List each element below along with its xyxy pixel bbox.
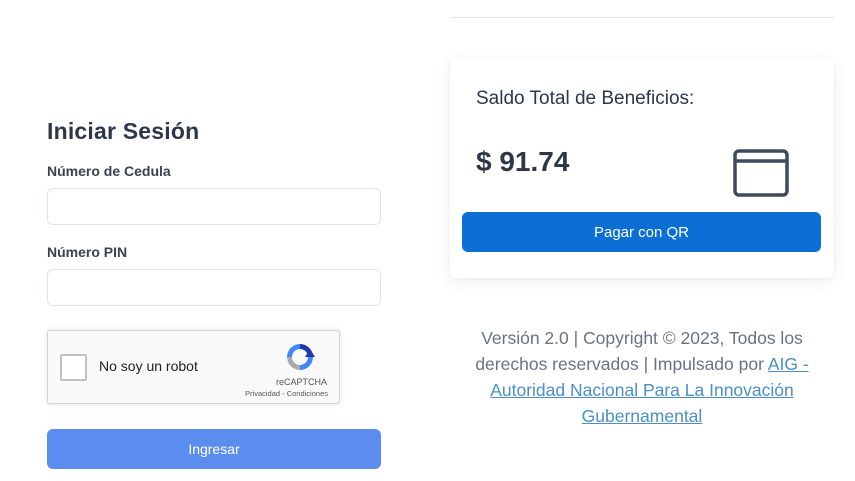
pin-input[interactable] [47,269,381,306]
footer: Versión 2.0 | Copyright © 2023, Todos lo… [458,325,826,429]
login-title: Iniciar Sesión [47,118,200,144]
recaptcha-logo-icon [287,344,315,370]
cedula-input[interactable] [47,188,381,225]
recaptcha-brand: reCAPTCHA [275,377,327,387]
recaptcha-widget: No soy un robot reCAPTCHA Privacidad - C… [47,330,340,404]
login-form: Iniciar Sesión Número de Cedula Número P… [47,118,381,469]
pin-label: Número PIN [47,244,128,260]
ingresar-button[interactable]: Ingresar [47,429,381,469]
pay-with-qr-button[interactable]: Pagar con QR [462,212,821,252]
recaptcha-label: No soy un robot [99,358,198,374]
cedula-label: Número de Cedula [47,163,171,179]
balance-amount: $ 91.74 [476,146,570,177]
recaptcha-links[interactable]: Privacidad - Condiciones [245,389,328,398]
wallet-icon [733,149,789,197]
balance-title: Saldo Total de Beneficios: [476,88,695,109]
top-divider [450,17,834,18]
recaptcha-checkbox[interactable] [60,354,87,381]
footer-text: Versión 2.0 | Copyright © 2023, Todos lo… [475,328,803,374]
page: Iniciar Sesión Número de Cedula Número P… [0,0,855,481]
balance-card: Saldo Total de Beneficios: $ 91.74 Pagar… [450,58,834,278]
